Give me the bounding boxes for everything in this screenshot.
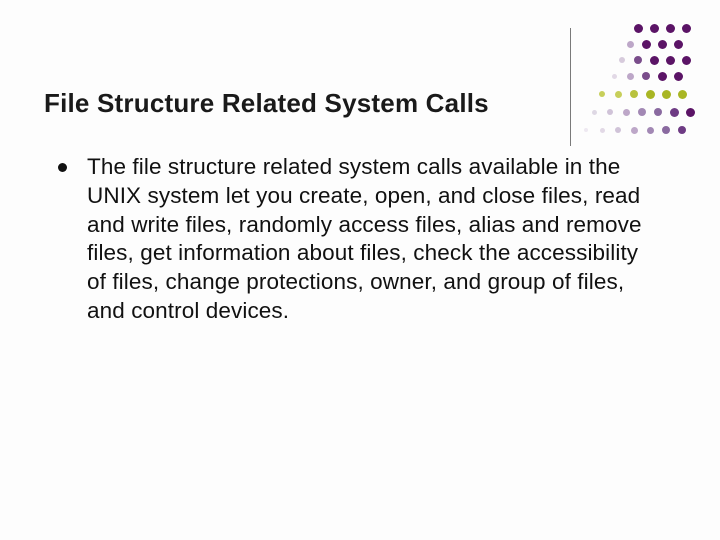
decoration-dot [631,127,638,134]
decoration-dot [686,108,695,117]
decoration-dot [627,41,634,48]
decoration-dot [600,128,605,133]
decoration-dot [662,90,671,99]
decoration-dot [658,40,667,49]
decoration-dot [627,73,634,80]
bullet-text: The file structure related system calls … [87,153,646,326]
decoration-dot [619,57,625,63]
decoration-dot [662,126,670,134]
decoration-dot [674,40,683,49]
decoration-dot [584,128,588,132]
decoration-dot [615,127,621,133]
decoration-dot [612,74,617,79]
decoration-dot [638,108,646,116]
bullet-row: The file structure related system calls … [44,153,676,326]
decoration-dot [646,90,655,99]
decoration-dot [650,24,659,33]
decoration-dot [674,72,683,81]
decoration-dot [592,110,597,115]
decoration-dot [634,56,642,64]
decoration-dot [634,24,643,33]
decoration-dot [642,40,651,49]
decoration-dot [654,108,662,116]
decoration-dot [682,24,691,33]
corner-decoration [570,28,700,158]
decoration-dot [678,90,687,99]
decoration-dot [642,72,650,80]
decoration-dot [666,56,675,65]
decoration-dot [599,91,605,97]
decoration-dot [682,56,691,65]
decoration-dot [607,109,613,115]
decoration-dot [666,24,675,33]
decoration-separator [570,28,571,146]
decoration-dot [678,126,686,134]
decoration-dot [630,90,638,98]
bullet-icon [58,163,67,172]
decoration-dot [670,108,679,117]
decoration-dot [615,91,622,98]
decoration-dot [658,72,667,81]
decoration-dot [647,127,654,134]
decoration-dot [650,56,659,65]
decoration-dot [623,109,630,116]
